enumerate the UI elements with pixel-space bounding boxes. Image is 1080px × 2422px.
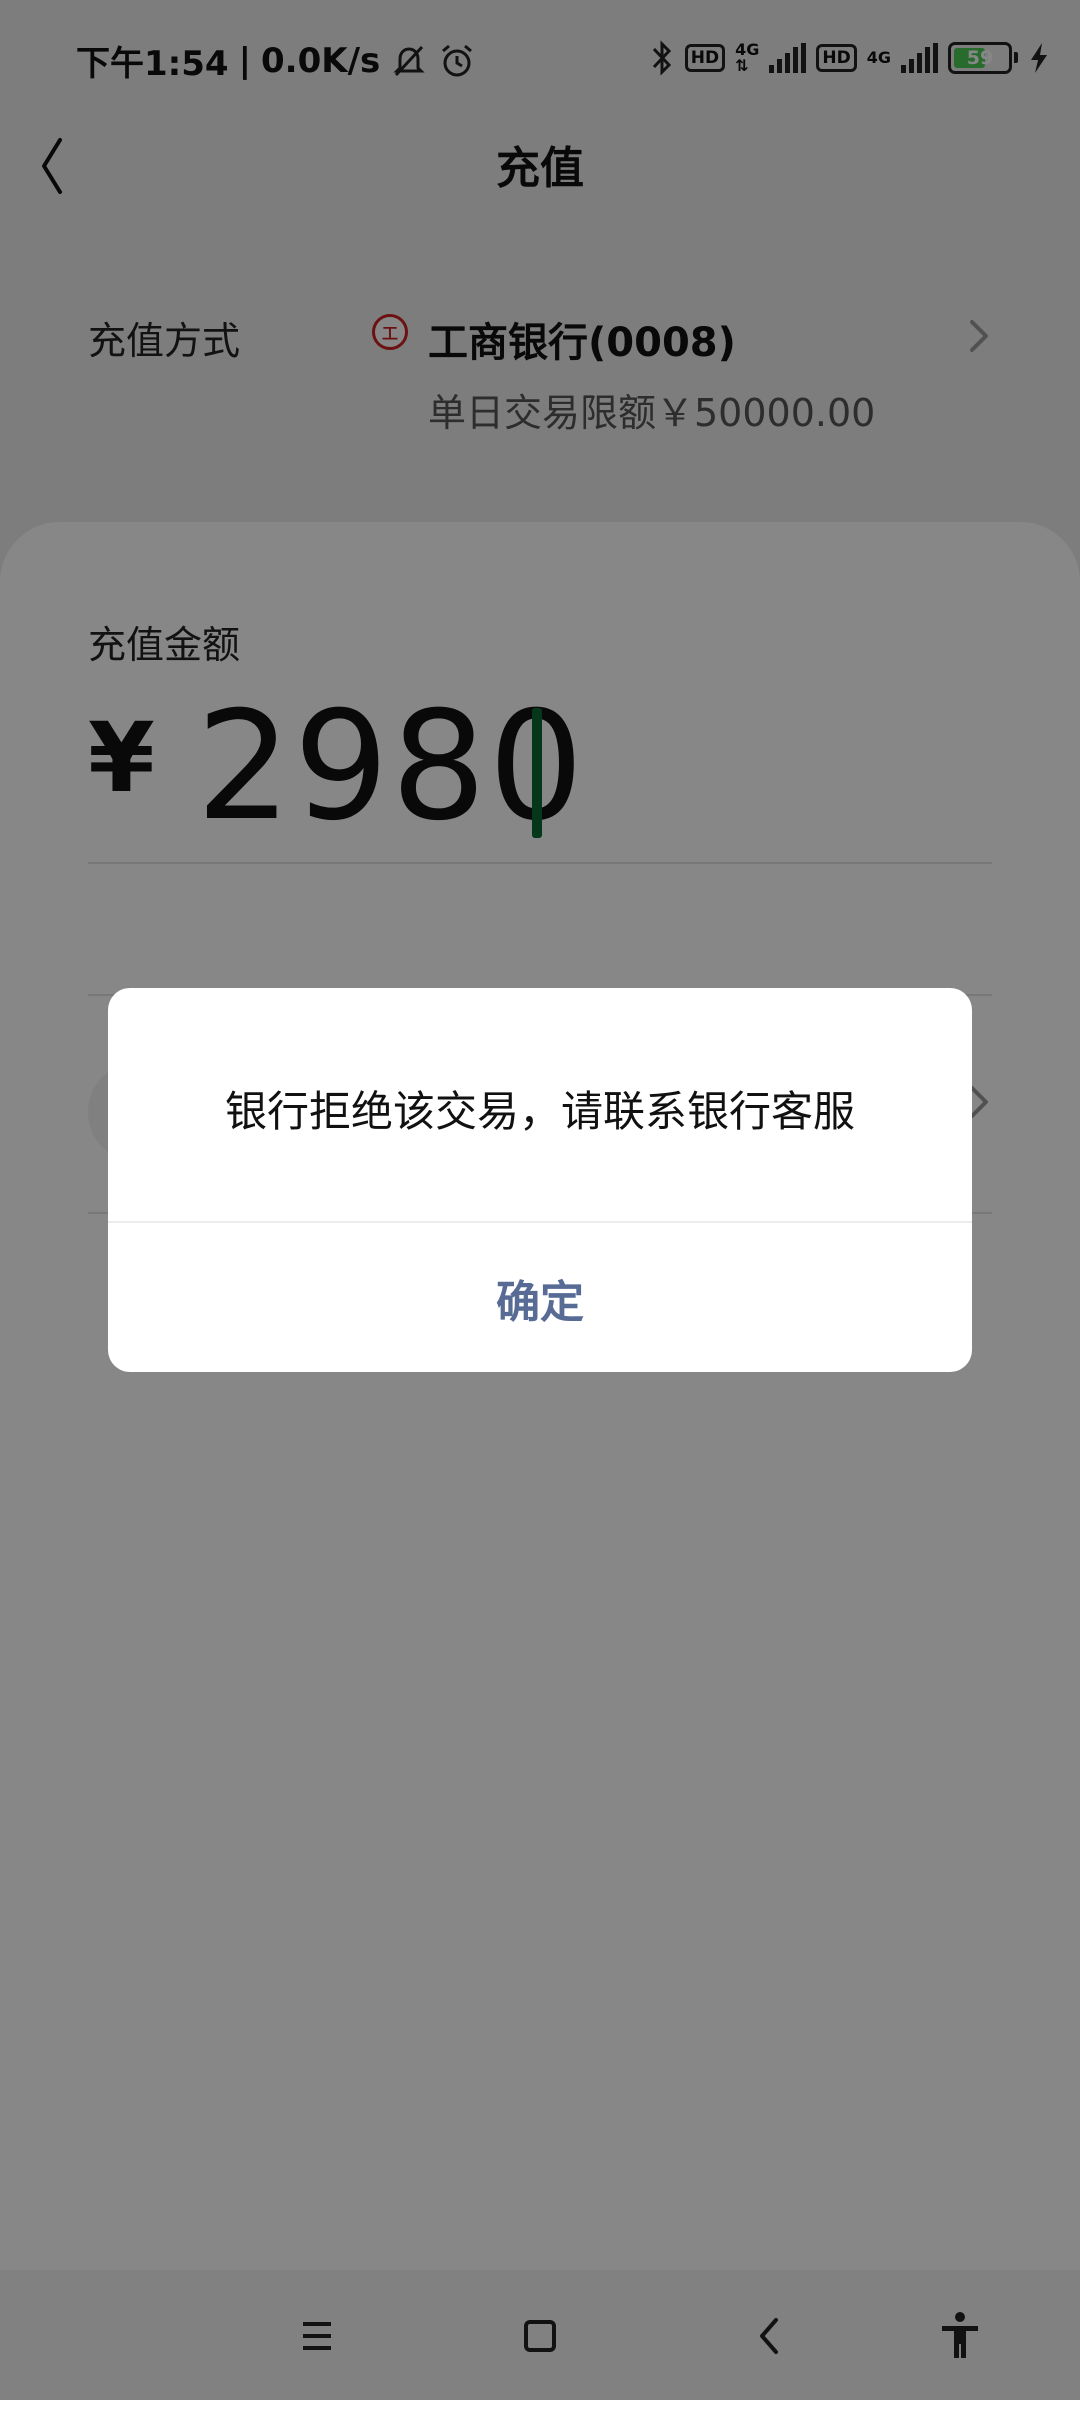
alert-dialog: 银行拒绝该交易，请联系银行客服 确定 [108,988,972,1372]
confirm-button[interactable]: 确定 [108,1223,972,1372]
dialog-message: 银行拒绝该交易，请联系银行客服 [224,1087,855,1136]
